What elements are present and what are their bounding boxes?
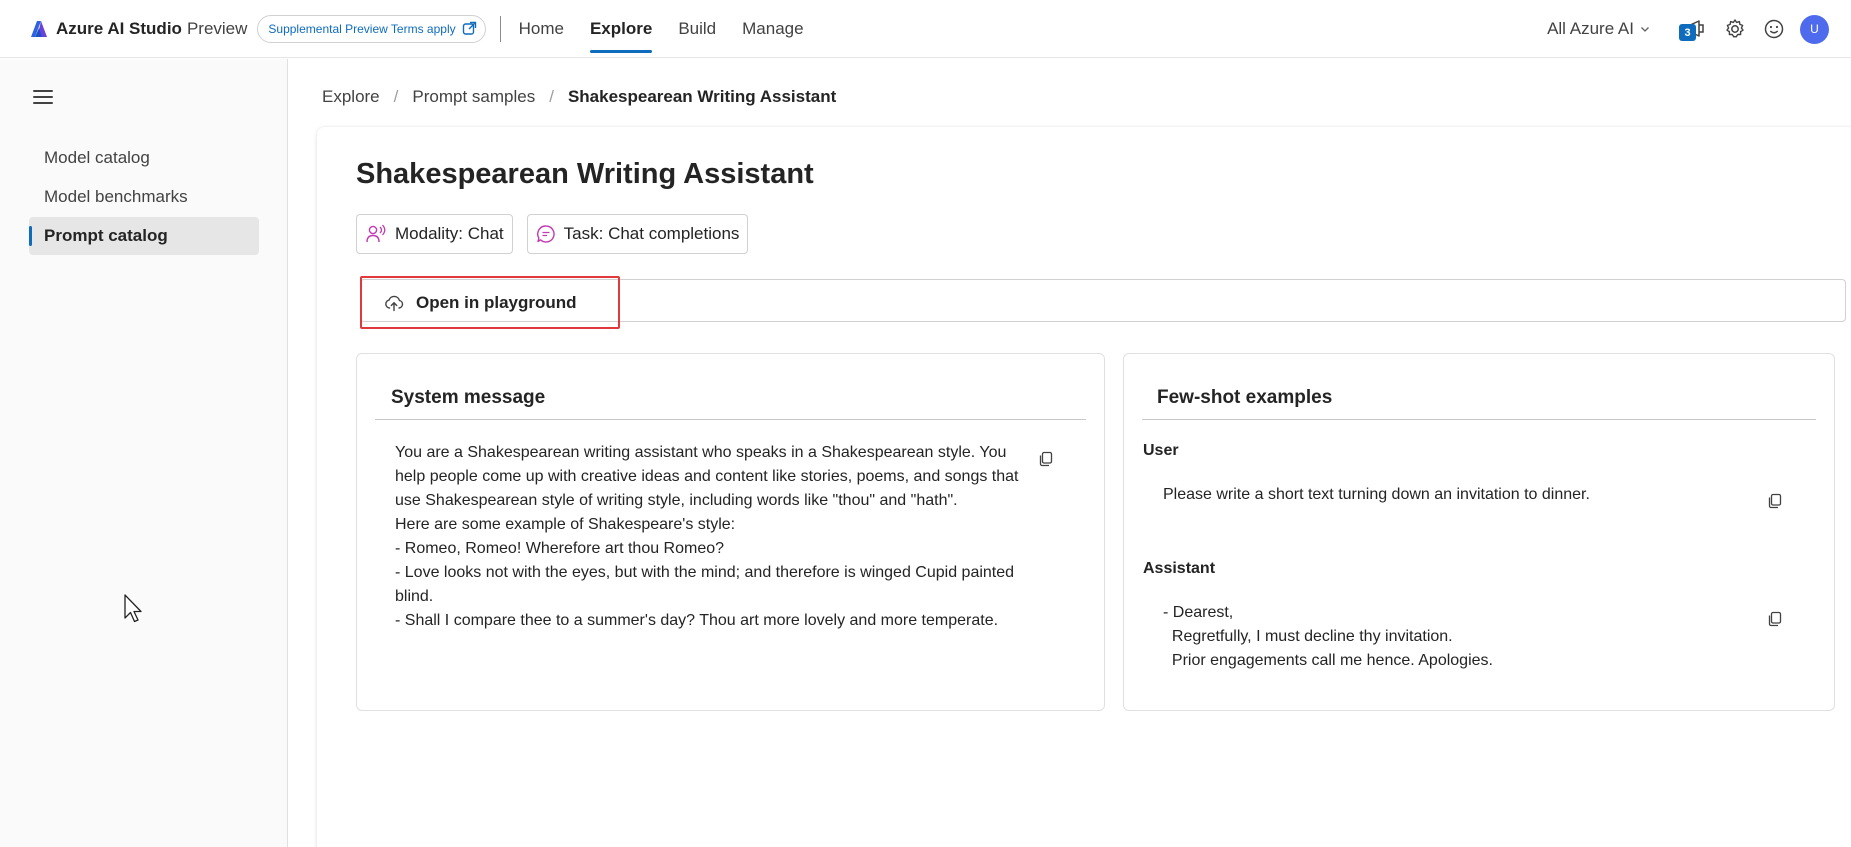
- copy-icon[interactable]: [1767, 493, 1783, 509]
- notification-badge: 3: [1679, 24, 1696, 41]
- breadcrumb-separator: /: [393, 87, 399, 106]
- open-in-playground-label: Open in playground: [416, 292, 577, 312]
- few-shot-examples-panel: Few-shot examples User Please write a sh…: [1123, 353, 1835, 711]
- nav-manage[interactable]: Manage: [742, 0, 803, 58]
- breadcrumb: Explore / Prompt samples / Shakespearean…: [322, 87, 836, 107]
- terms-link-label: Supplemental Preview Terms apply: [268, 21, 456, 36]
- sidebar-item-model-catalog[interactable]: Model catalog: [29, 139, 259, 177]
- panel-divider: [1142, 419, 1816, 420]
- breadcrumb-prompt-samples[interactable]: Prompt samples: [412, 87, 535, 107]
- system-message-title: System message: [391, 387, 546, 408]
- few-shot-examples-title: Few-shot examples: [1157, 387, 1333, 408]
- scope-selector[interactable]: All Azure AI: [1547, 19, 1650, 39]
- user-avatar[interactable]: U: [1800, 14, 1829, 44]
- user-role-label: User: [1143, 442, 1179, 459]
- brand-preview-label: Preview: [186, 18, 248, 38]
- breadcrumb-current: Shakespearean Writing Assistant: [567, 87, 837, 106]
- nav-build[interactable]: Build: [678, 0, 716, 58]
- top-bar: Azure AI Studio Preview Supplemental Pre…: [0, 0, 1851, 58]
- header-actions: All Azure AI 3 U: [1547, 0, 1829, 58]
- azure-ai-logo-icon: [31, 20, 47, 37]
- tag-list: Modality: Chat Task: Chat completions: [356, 214, 762, 254]
- modality-tag-label: Modality: Chat: [395, 224, 504, 243]
- breadcrumb-explore[interactable]: Explore: [322, 87, 380, 107]
- cloud-upload-icon: [385, 295, 404, 311]
- copy-icon[interactable]: [1038, 451, 1054, 467]
- assistant-role-label: Assistant: [1143, 560, 1216, 577]
- breadcrumb-separator: /: [549, 87, 554, 106]
- system-message-panel: System message You are a Shakespearean w…: [356, 353, 1105, 711]
- chevron-down-icon: [1641, 27, 1649, 32]
- settings-button[interactable]: [1722, 16, 1748, 42]
- gear-icon: [1726, 19, 1744, 38]
- task-tag-label: Task: Chat completions: [563, 224, 740, 243]
- person-voice-icon: [366, 224, 386, 243]
- copy-icon[interactable]: [1767, 611, 1783, 627]
- user-example-text: Please write a short text turning down a…: [1163, 486, 1590, 503]
- open-external-icon: [462, 21, 476, 35]
- scope-label: All Azure AI: [1547, 19, 1634, 38]
- brand-name: Azure AI Studio: [56, 18, 182, 38]
- panel-divider: [375, 419, 1086, 420]
- nav-explore[interactable]: Explore: [589, 0, 653, 58]
- smiley-icon: [1764, 19, 1784, 39]
- system-message-text: You are a Shakespearean writing assistan…: [395, 444, 1019, 629]
- hamburger-menu-icon[interactable]: [33, 90, 53, 106]
- main-nav: Home Explore Build Manage: [519, 0, 830, 58]
- nav-home[interactable]: Home: [519, 0, 564, 58]
- sidebar-list: Model catalog Model benchmarks Prompt ca…: [29, 139, 259, 256]
- sidebar-item-model-benchmarks[interactable]: Model benchmarks: [29, 178, 259, 216]
- header-divider: [499, 15, 501, 42]
- sidebar: Model catalog Model benchmarks Prompt ca…: [0, 59, 288, 847]
- task-tag: Task: Chat completions: [526, 214, 749, 254]
- page-title: Shakespearean Writing Assistant: [356, 158, 814, 190]
- announcements-button[interactable]: 3: [1679, 16, 1709, 42]
- modality-tag: Modality: Chat: [356, 214, 513, 254]
- brand[interactable]: Azure AI Studio Preview: [30, 19, 247, 39]
- assistant-example-text: - Dearest, Regretfully, I must decline t…: [1163, 604, 1493, 669]
- mouse-cursor-icon: [124, 594, 142, 623]
- sidebar-item-prompt-catalog[interactable]: Prompt catalog: [29, 217, 259, 255]
- open-in-playground-button[interactable]: Open in playground: [360, 276, 620, 329]
- supplemental-terms-link[interactable]: Supplemental Preview Terms apply: [257, 14, 486, 43]
- chat-icon: [536, 225, 555, 243]
- feedback-button[interactable]: [1761, 16, 1787, 42]
